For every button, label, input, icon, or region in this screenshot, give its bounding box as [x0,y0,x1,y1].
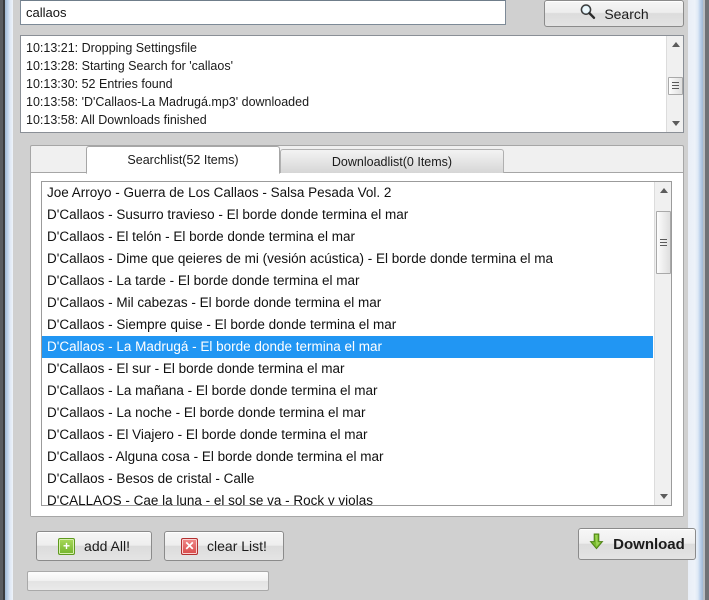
list-item[interactable]: D'Callaos - La noche - El borde donde te… [42,402,653,424]
list-item[interactable]: D'Callaos - Dime que qeieres de mi (vesi… [42,248,653,270]
search-input[interactable] [20,0,506,25]
application-window: Search 10:13:21: Dropping Settingsfile10… [0,0,709,600]
search-button[interactable]: Search [544,0,684,27]
log-scroll-up-button[interactable] [667,36,683,53]
list-item[interactable]: D'Callaos - La tarde - El borde donde te… [42,270,653,292]
log-line: 10:13:30: 52 Entries found [26,77,173,91]
list-item[interactable]: Joe Arroyo - Guerra de Los Callaos - Sal… [42,182,653,204]
log-scrollbar[interactable] [666,36,683,132]
results-scrollbar[interactable] [654,182,671,505]
chevron-down-icon [671,121,680,126]
log-line: 10:13:21: Dropping Settingsfile [26,41,197,55]
log-line: 10:13:58: 'D'Callaos-La Madrugá.mp3' dow… [26,95,310,109]
down-arrow-green-icon [589,533,604,555]
clear-list-button[interactable]: ✕ clear List! [164,531,284,561]
download-button-label: Download [613,535,685,553]
add-all-button-label: add All! [84,538,130,554]
tab-downloadlist-label: Downloadlist(0 Items) [331,154,453,169]
tab-searchlist-label: Searchlist(52 Items) [127,153,239,167]
search-button-label: Search [604,5,649,22]
search-row: Search [13,0,688,32]
log-scroll-down-button[interactable] [667,115,683,132]
list-item[interactable]: D'Callaos - Siempre quise - El borde don… [42,314,653,336]
add-all-button[interactable]: + add All! [36,531,152,561]
plus-square-green-icon: + [58,537,76,555]
list-item[interactable]: D'Callaos - Alguna cosa - El borde donde… [42,446,653,468]
list-item[interactable]: D'Callaos - El sur - El borde donde term… [42,358,653,380]
search-results-list[interactable]: Joe Arroyo - Guerra de Los Callaos - Sal… [41,181,672,506]
window-frame-right-edge [688,0,709,600]
list-item[interactable]: D'Callaos - Susurro travieso - El borde … [42,204,653,226]
results-scroll-thumb[interactable] [656,210,671,275]
results-scroll-down-button[interactable] [655,488,671,505]
chevron-up-icon [671,42,680,47]
list-item[interactable]: D'Callaos - La mañana - El borde donde t… [42,380,653,402]
tab-downloadlist[interactable]: Downloadlist(0 Items) [280,149,504,173]
client-area: Search 10:13:21: Dropping Settingsfile10… [13,0,696,600]
chevron-up-icon [659,188,668,193]
list-tab-panel: Searchlist(52 Items) Downloadlist(0 Item… [30,145,684,517]
list-item[interactable]: D'CALLAOS - Cae la luna - el sol se va -… [42,490,653,505]
list-item[interactable]: D'Callaos - Besos de cristal - Calle [42,468,653,490]
magnifier-icon [579,3,596,25]
tab-strip: Searchlist(52 Items) Downloadlist(0 Item… [31,146,685,174]
list-item[interactable]: D'Callaos - Mil cabezas - El borde donde… [42,292,653,314]
x-square-red-icon: ✕ [181,537,199,555]
log-line: 10:13:58: All Downloads finished [26,113,207,127]
search-results-rows: Joe Arroyo - Guerra de Los Callaos - Sal… [42,182,653,505]
download-button[interactable]: Download [578,528,696,560]
list-item[interactable]: D'Callaos - El Viajero - El borde donde … [42,424,653,446]
log-line: 10:13:28: Starting Search for 'callaos' [26,59,233,73]
download-progress-bar [27,571,269,591]
list-item[interactable]: D'Callaos - La Madrugá - El borde donde … [42,336,653,358]
chevron-down-icon [659,494,668,499]
log-lines: 10:13:21: Dropping Settingsfile 10:13:28:… [21,39,665,129]
tab-body: Joe Arroyo - Guerra de Los Callaos - Sal… [31,172,683,516]
list-item[interactable]: D'Callaos - El telón - El borde donde te… [42,226,653,248]
log-scroll-thumb[interactable] [668,76,683,96]
grip-icon [672,82,679,90]
clear-list-button-label: clear List! [207,538,267,554]
grip-icon [660,238,667,246]
results-scroll-up-button[interactable] [655,182,671,199]
tab-searchlist[interactable]: Searchlist(52 Items) [86,146,280,174]
log-panel: 10:13:21: Dropping Settingsfile 10:13:28:… [20,35,684,133]
